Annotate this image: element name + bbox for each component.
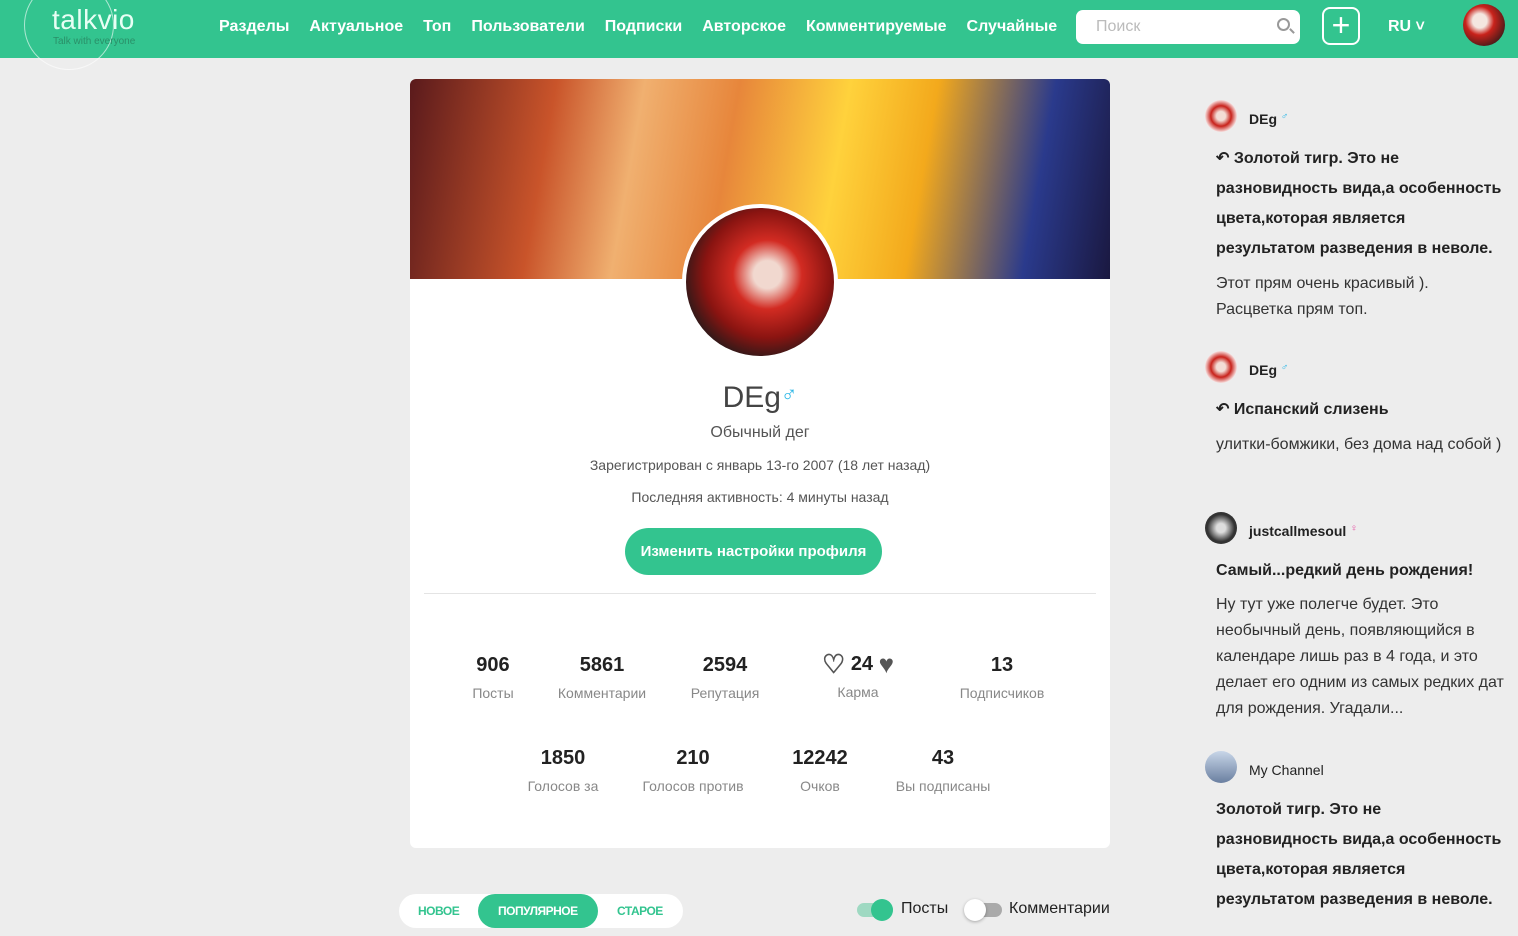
divider — [424, 593, 1096, 594]
stat-value: 1850 — [540, 747, 586, 769]
feed-post-title[interactable]: ↶ Испанский слизень — [1216, 395, 1506, 425]
profile-card: DEg♂ Обычный дег Зарегистрирован с январ… — [410, 79, 1110, 848]
feed-comment-text: улитки-бомжики, без дома над собой ) — [1216, 436, 1502, 453]
reply-icon: ↶ — [1216, 401, 1234, 418]
stat-reputation: 2594 Репутация — [691, 654, 760, 701]
stat-value: 210 — [676, 747, 710, 769]
comments-toggle-label: Комментарии — [1009, 900, 1110, 917]
stat-value: 24 — [850, 652, 874, 675]
tab-popular[interactable]: ПОПУЛЯРНОЕ — [478, 894, 598, 928]
stat-value: 5861 — [579, 654, 625, 676]
stat-value: 906 — [476, 654, 510, 676]
stat-votes-for: 1850 Голосов за — [528, 747, 599, 794]
feed-username[interactable]: DEg ♂ — [1249, 362, 1288, 378]
posts-toggle[interactable] — [857, 899, 893, 921]
feed-avatar[interactable] — [1205, 100, 1237, 132]
registered-date: Зарегистрирован с январь 13-го 2007 (18 … — [589, 457, 931, 473]
stat-value: 43 — [931, 747, 955, 769]
profile-avatar — [682, 204, 838, 360]
feed-avatar[interactable] — [1205, 351, 1237, 383]
stat-label: Голосов за — [527, 778, 599, 794]
nav-actual[interactable]: Актуальное — [309, 18, 403, 36]
user-avatar[interactable] — [1463, 4, 1505, 46]
tab-old[interactable]: СТАРОЕ — [617, 894, 663, 928]
main-nav: Разделы Актуальное Топ Пользователи Подп… — [219, 18, 1057, 36]
search-icon[interactable] — [1277, 18, 1290, 31]
logo-slogan: Talk with everyone — [53, 36, 136, 47]
feed-comment-text: Этот прям очень красивый ). Расцветка пр… — [1216, 275, 1429, 318]
feed-post-title[interactable]: ↶ Золотой тигр. Это не разновидность вид… — [1216, 144, 1506, 264]
stat-followers[interactable]: 13 Подписчиков — [960, 654, 1045, 701]
feed-username[interactable]: justcallmesoul ♀ — [1249, 523, 1358, 539]
edit-profile-button[interactable]: Изменить настройки профиля — [625, 528, 882, 575]
feed-username[interactable]: My Channel — [1249, 762, 1324, 778]
feed-comment-text: Ну тут уже полегче будет. Это необычный … — [1216, 596, 1504, 717]
stat-value: 13 — [990, 654, 1014, 676]
stat-karma: ♡ 24 ♥ Карма — [822, 649, 894, 700]
stat-posts[interactable]: 906 Посты — [472, 654, 513, 701]
posts-toggle-label: Посты — [901, 900, 949, 917]
feed-username[interactable]: DEg ♂ — [1249, 111, 1288, 127]
top-header: talkvio Talk with everyone Разделы Актуа… — [0, 0, 1518, 70]
nav-sections[interactable]: Разделы — [219, 18, 289, 36]
nav-top[interactable]: Топ — [423, 18, 451, 36]
feed-post-title[interactable]: Золотой тигр. Это не разновидность вида,… — [1216, 795, 1506, 915]
broken-heart-icon[interactable]: ♥ — [879, 649, 894, 680]
stat-label: Репутация — [690, 685, 760, 701]
male-icon: ♂ — [1280, 362, 1289, 373]
stat-label: Карма — [837, 684, 879, 700]
feed-post-title[interactable]: Самый...редкий день рождения! — [1216, 556, 1506, 586]
male-icon: ♂ — [780, 381, 798, 406]
tab-new[interactable]: НОВОЕ — [418, 894, 460, 928]
stat-label: Посты — [472, 685, 514, 701]
last-activity: Последняя активность: 4 минуты назад — [631, 489, 889, 505]
profile-status: Обычный дег — [710, 424, 810, 441]
female-icon: ♀ — [1350, 523, 1358, 534]
feed-avatar[interactable] — [1205, 512, 1237, 544]
nav-random[interactable]: Случайные — [967, 18, 1058, 36]
feed-avatar[interactable] — [1205, 751, 1237, 783]
sort-tabs: НОВОЕ ПОПУЛЯРНОЕ СТАРОЕ — [399, 894, 683, 928]
stat-value: 2594 — [702, 654, 748, 676]
like-heart-icon[interactable]: ♡ — [822, 649, 845, 680]
username: DEg — [722, 381, 781, 414]
nav-authored[interactable]: Авторское — [702, 18, 786, 36]
profile-name: DEg♂ — [410, 381, 1110, 415]
language-select[interactable]: RU ˅ — [1388, 18, 1425, 36]
nav-users[interactable]: Пользователи — [471, 18, 584, 36]
logo[interactable]: talkvio — [52, 4, 135, 36]
comments-toggle[interactable] — [964, 899, 1002, 921]
search-input[interactable]: Поиск — [1076, 10, 1300, 44]
nav-subscriptions[interactable]: Подписки — [605, 18, 682, 36]
stat-comments[interactable]: 5861 Комментарии — [558, 654, 646, 701]
male-icon: ♂ — [1280, 111, 1289, 122]
stat-label: Голосов против — [642, 778, 744, 794]
stat-votes-against: 210 Голосов против — [642, 747, 743, 794]
stat-points: 12242 Очков — [792, 747, 848, 794]
stat-label: Очков — [800, 778, 840, 794]
search-placeholder: Поиск — [1096, 18, 1141, 35]
stat-following[interactable]: 43 Вы подписаны — [896, 747, 991, 794]
stat-label: Комментарии — [557, 685, 647, 701]
stat-value: 12242 — [792, 747, 848, 769]
add-post-button[interactable]: + — [1322, 7, 1360, 45]
reply-icon: ↶ — [1216, 150, 1234, 167]
nav-commented[interactable]: Комментируемые — [806, 18, 947, 36]
stat-label: Подписчиков — [959, 685, 1045, 701]
stat-label: Вы подписаны — [895, 778, 991, 794]
